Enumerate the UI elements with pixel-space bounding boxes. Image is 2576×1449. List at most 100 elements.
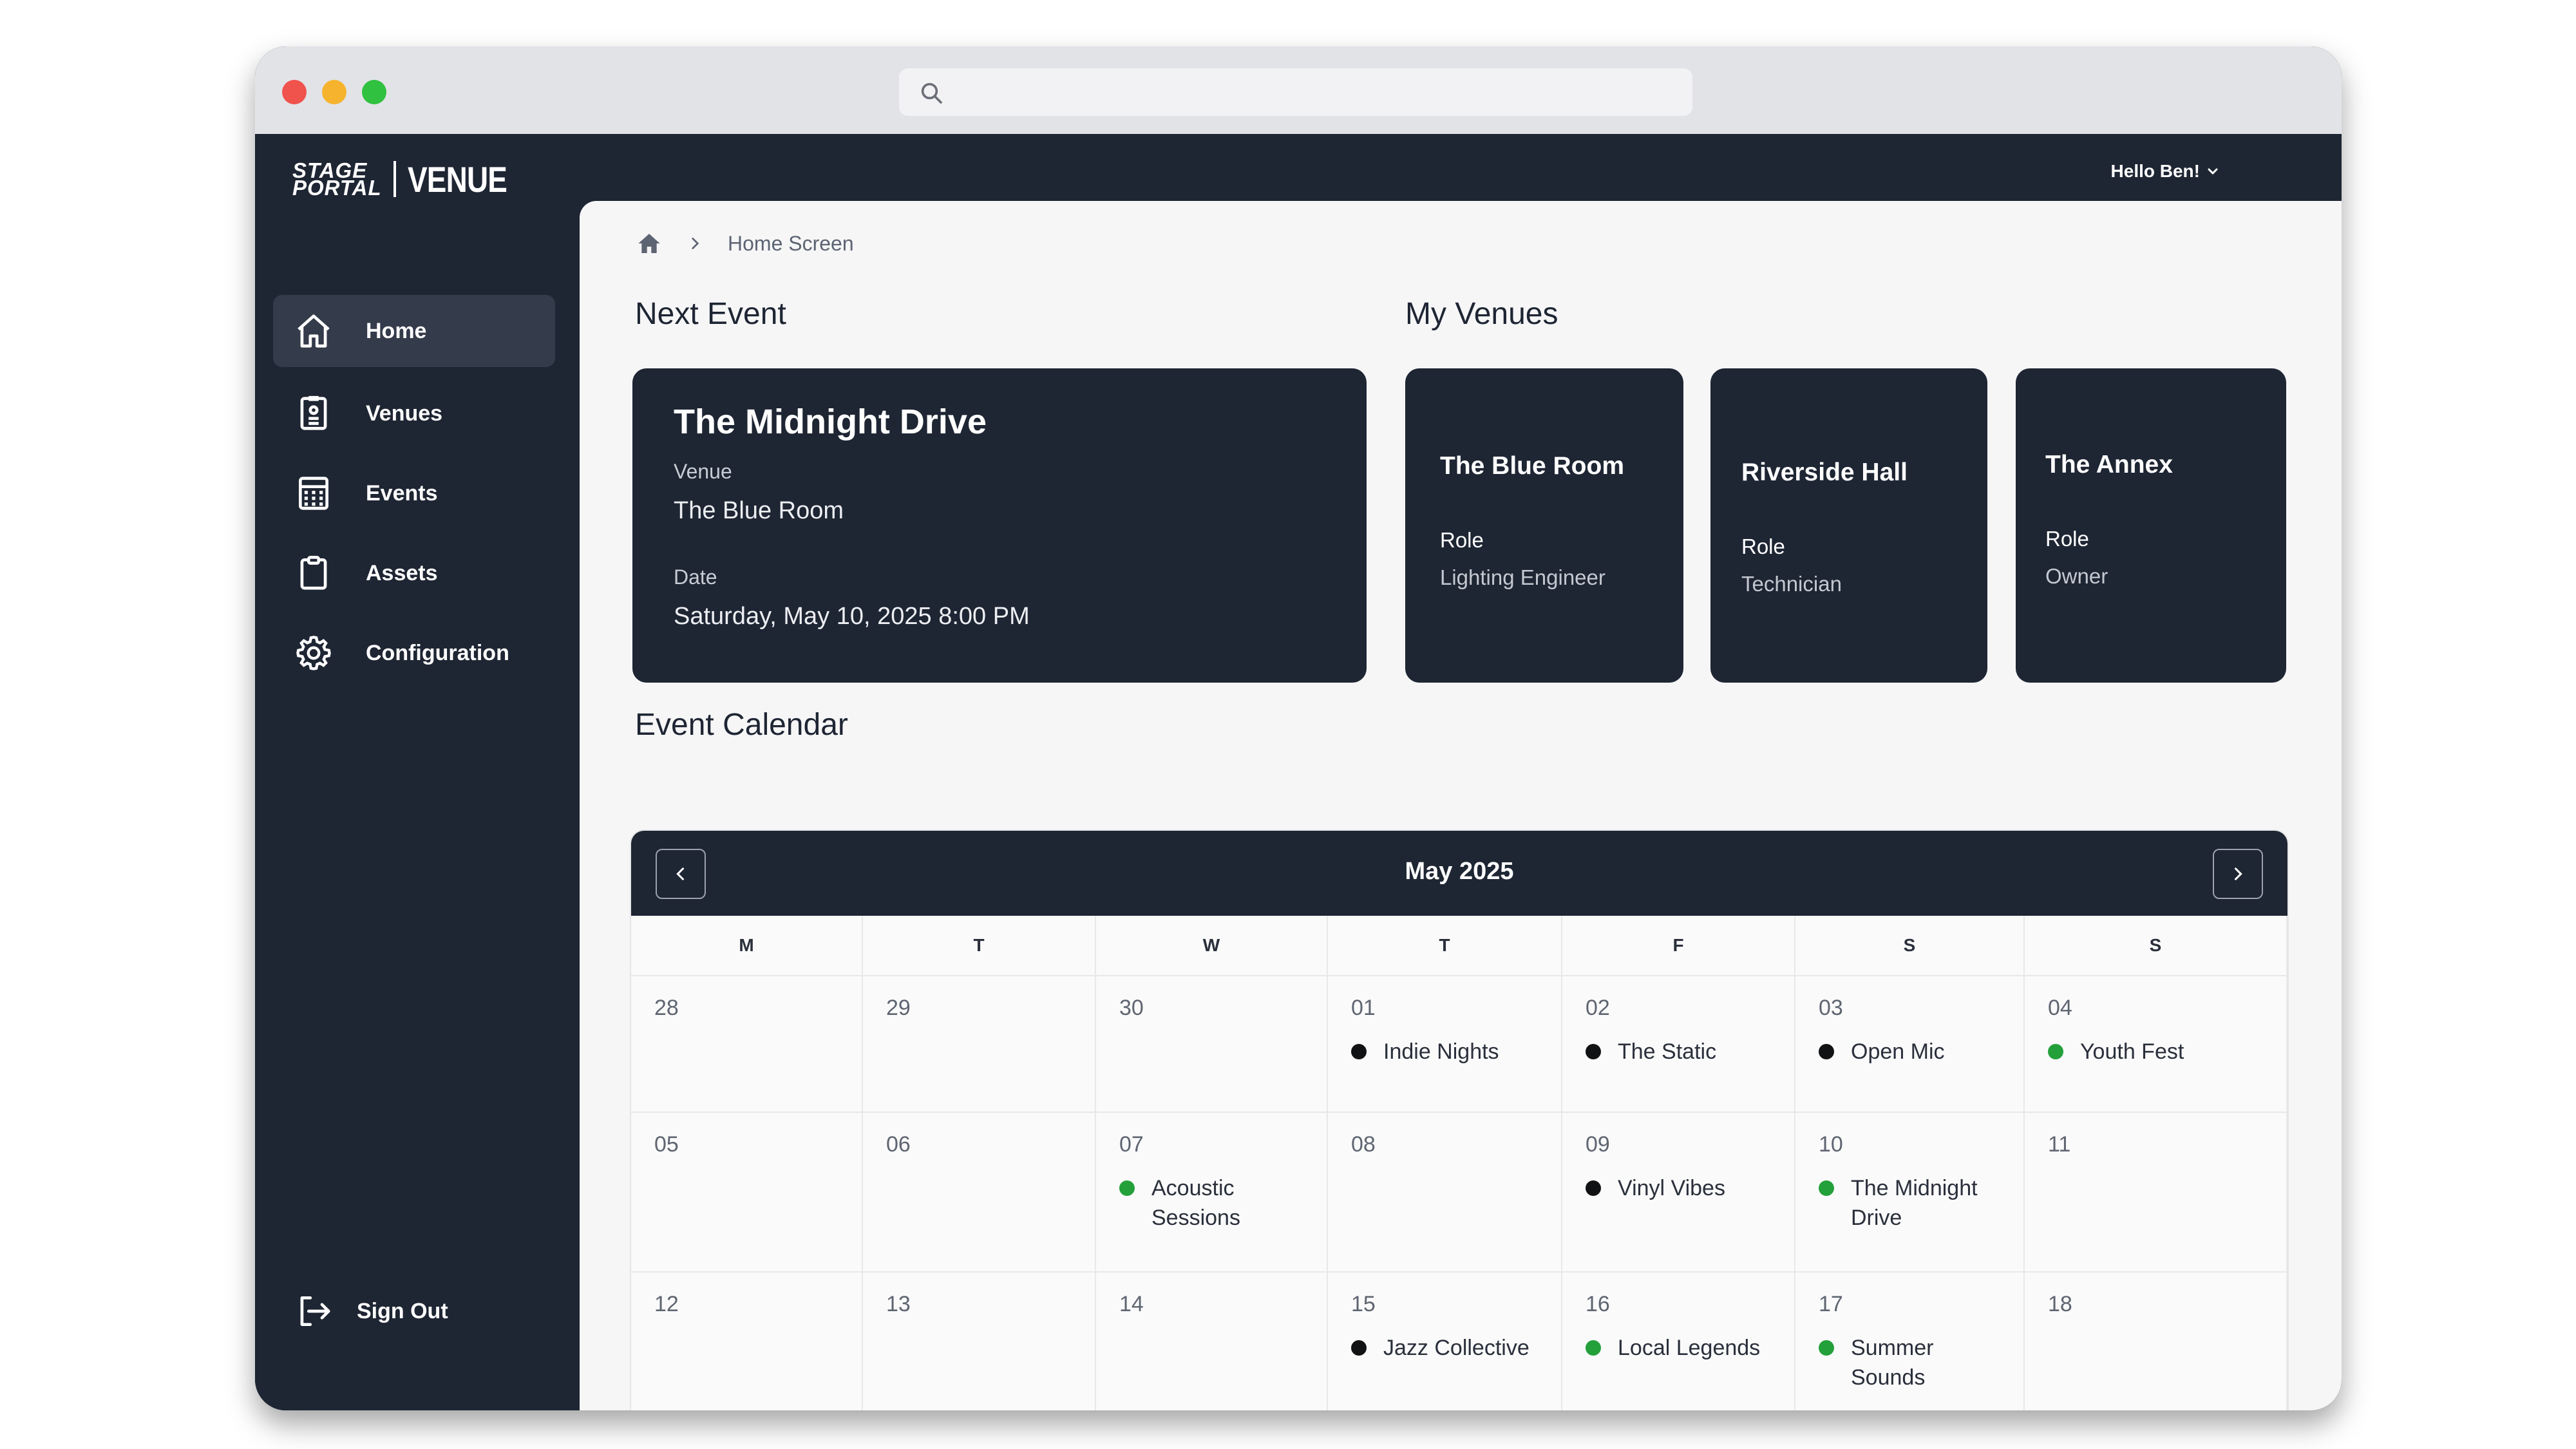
sidebar-item-label: Assets (366, 560, 438, 585)
breadcrumb: Home Screen (636, 231, 854, 256)
day-number: 12 (654, 1292, 679, 1316)
event-status-dot (1586, 1340, 1601, 1356)
calendar-day-cell[interactable]: 07 Acoustic Sessions (1096, 1113, 1328, 1271)
day-number: 02 (1586, 996, 1610, 1020)
day-number: 07 (1119, 1132, 1144, 1157)
calendar-day-cell[interactable]: 10 The Midnight Drive (1795, 1113, 2025, 1271)
calendar-day-cell[interactable]: 12 (631, 1273, 863, 1410)
next-event-venue-label: Venue (674, 460, 732, 483)
weekday-label: T (863, 916, 1096, 975)
event-status-dot (2048, 1044, 2063, 1059)
event-status-dot (1119, 1180, 1135, 1196)
next-event-date: Saturday, May 10, 2025 8:00 PM (674, 603, 1030, 630)
calendar-day-cell[interactable]: 08 (1328, 1113, 1562, 1271)
event-name: Local Legends (1618, 1336, 1761, 1360)
calendar-event[interactable]: Vinyl Vibes (1586, 1173, 1779, 1203)
venue-badge-icon (300, 395, 327, 430)
user-menu[interactable]: Hello Ben! (2111, 161, 2221, 182)
calendar-day-cell[interactable]: 02 The Static (1562, 976, 1795, 1112)
calendar-day-cell[interactable]: 05 (631, 1113, 863, 1271)
my-venues-heading: My Venues (1405, 297, 1558, 331)
calendar-day-cell[interactable]: 11 (2025, 1113, 2287, 1271)
sidebar-item-events[interactable]: Events (273, 457, 555, 529)
calendar-event[interactable]: The Static (1586, 1037, 1779, 1066)
calendar-week-row: 28 29 30 01 Indie Nights 02 The Static 03 Open M… (631, 976, 2287, 1113)
sidebar-item-home[interactable]: Home (273, 295, 555, 367)
calendar-day-cell[interactable]: 13 (863, 1273, 1096, 1410)
calendar-day-cell[interactable]: 16 Local Legends (1562, 1273, 1795, 1410)
calendar-day-cell[interactable]: 04 Youth Fest (2025, 976, 2287, 1112)
browser-window: STAGE PORTAL VENUE Home Venues Events As… (255, 46, 2342, 1410)
day-number: 08 (1351, 1132, 1376, 1157)
calendar-event[interactable]: Acoustic Sessions (1119, 1173, 1312, 1233)
search-icon (921, 82, 942, 104)
calendar-day-cell[interactable]: 15 Jazz Collective (1328, 1273, 1562, 1410)
calendar-day-cell[interactable]: 01 Indie Nights (1328, 976, 1562, 1112)
calendar-event[interactable]: The Midnight Drive (1819, 1173, 2012, 1233)
event-status-dot (1819, 1180, 1834, 1196)
calendar-event[interactable]: Open Mic (1819, 1037, 2012, 1066)
maximize-window-button[interactable] (362, 80, 386, 104)
event-name: Open Mic (1851, 1039, 1945, 1064)
user-greeting: Hello Ben! (2110, 161, 2200, 181)
venue-card[interactable]: Riverside Hall Role Technician (1710, 368, 1987, 683)
close-window-button[interactable] (282, 80, 307, 104)
event-status-dot (1586, 1180, 1601, 1196)
venue-role-label: Role (2045, 527, 2089, 551)
calendar-day-cell[interactable]: 18 (2025, 1273, 2287, 1410)
next-event-card[interactable]: The Midnight Drive Venue The Blue Room D… (632, 368, 1367, 683)
day-number: 09 (1586, 1132, 1610, 1157)
calendar-day-cell[interactable]: 03 Open Mic (1795, 976, 2025, 1112)
next-month-button[interactable] (2213, 849, 2263, 899)
calendar-grid-icon (299, 477, 328, 510)
weekday-label: W (1096, 916, 1328, 975)
sidebar-item-configuration[interactable]: Configuration (273, 617, 555, 689)
calendar-event[interactable]: Jazz Collective (1351, 1333, 1544, 1363)
calendar-event[interactable]: Indie Nights (1351, 1037, 1544, 1066)
weekday-label: S (1795, 916, 2025, 975)
calendar-day-cell[interactable]: 30 (1096, 976, 1328, 1112)
weekday-label: F (1562, 916, 1795, 975)
calendar-day-cell[interactable]: 29 (863, 976, 1096, 1112)
next-event-heading: Next Event (635, 297, 786, 331)
day-number: 06 (886, 1132, 911, 1157)
stage-portal-venue-logo[interactable]: STAGE PORTAL VENUE (292, 158, 529, 200)
sidebar: STAGE PORTAL VENUE Home Venues Events As… (255, 134, 580, 1410)
calendar-event[interactable]: Local Legends (1586, 1333, 1779, 1363)
main-content: Home Screen Next Event The Midnight Driv… (580, 201, 2342, 1410)
day-number: 11 (2048, 1132, 2071, 1157)
minimize-window-button[interactable] (322, 80, 346, 104)
day-number: 28 (654, 996, 679, 1020)
calendar-event[interactable]: Summer Sounds (1819, 1333, 2012, 1392)
calendar-day-cell[interactable]: 14 (1096, 1273, 1328, 1410)
sidebar-item-assets[interactable]: Assets (273, 537, 555, 609)
venue-card[interactable]: The Blue Room Role Lighting Engineer (1405, 368, 1683, 683)
browser-titlebar (255, 46, 2342, 134)
sign-out-icon (300, 1296, 330, 1326)
event-calendar-heading: Event Calendar (635, 708, 848, 742)
venue-name: The Annex (2045, 451, 2173, 478)
venue-role: Lighting Engineer (1440, 565, 1605, 589)
event-name: Vinyl Vibes (1618, 1176, 1725, 1200)
next-event-venue: The Blue Room (674, 497, 844, 524)
weekday-label: S (2025, 916, 2287, 975)
event-status-dot (1819, 1340, 1834, 1356)
home-icon[interactable] (636, 231, 662, 256)
event-name: Summer Sounds (1851, 1336, 1934, 1390)
day-number: 15 (1351, 1292, 1376, 1316)
calendar-month-label: May 2025 (1405, 858, 1514, 885)
event-status-dot (1586, 1044, 1601, 1059)
calendar-day-cell[interactable]: 06 (863, 1113, 1096, 1271)
calendar-event[interactable]: Youth Fest (2048, 1037, 2241, 1066)
calendar-day-cell[interactable]: 09 Vinyl Vibes (1562, 1113, 1795, 1271)
calendar-grid: M T W T F S S 28 29 30 01 Indie Nights 02 The Static 0… (631, 916, 2287, 1410)
sidebar-item-venues[interactable]: Venues (273, 377, 555, 450)
calendar-day-cell[interactable]: 28 (631, 976, 863, 1112)
clipboard-icon (300, 556, 327, 590)
address-bar[interactable] (899, 68, 1692, 116)
venue-card[interactable]: The Annex Role Owner (2016, 368, 2286, 683)
calendar-day-cell[interactable]: 17 Summer Sounds (1795, 1273, 2025, 1410)
sign-out-button[interactable]: Sign Out (273, 1275, 466, 1347)
event-status-dot (1351, 1044, 1367, 1059)
logo-product-name: VENUE (407, 158, 507, 200)
